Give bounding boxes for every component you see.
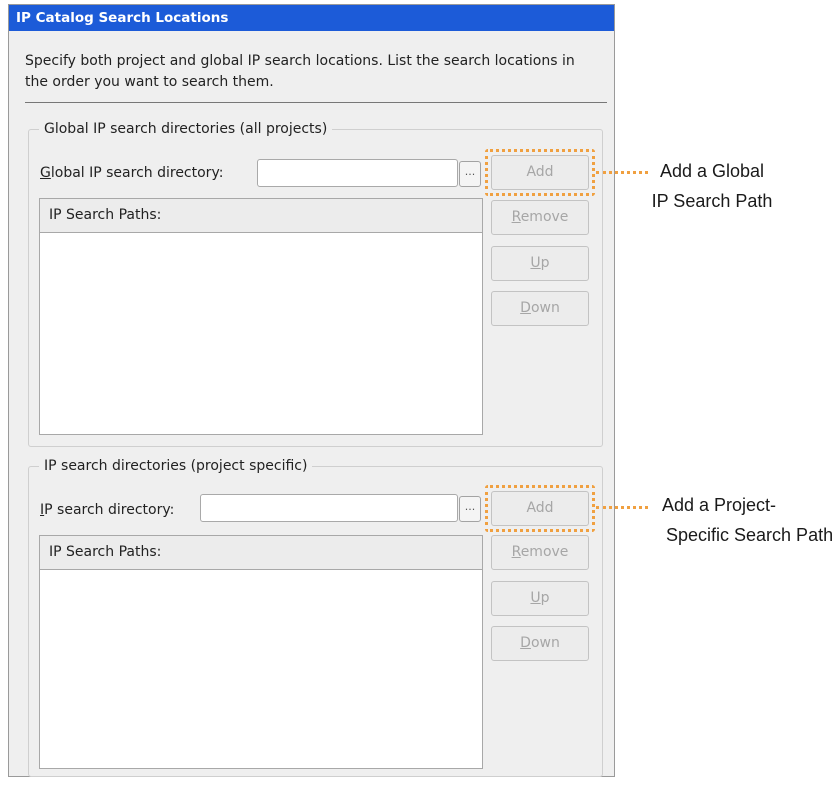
project-add-highlight xyxy=(485,485,595,532)
project-directory-label-text: P search directory: xyxy=(44,502,175,518)
project-group-legend: IP search directories (project specific) xyxy=(39,456,313,476)
global-list-header: IP Search Paths: xyxy=(40,199,482,233)
project-directory-input[interactable] xyxy=(200,494,458,522)
global-remove-text: emove xyxy=(520,209,569,225)
global-remove-button[interactable]: Remove xyxy=(491,200,589,235)
project-directory-label: IP search directory: xyxy=(40,500,174,520)
global-callout-text: Add a Global IP Search Path xyxy=(648,156,776,216)
ip-catalog-search-locations-dialog: IP Catalog Search Locations Specify both… xyxy=(8,4,615,777)
project-search-paths-list[interactable]: IP Search Paths: xyxy=(39,535,483,769)
global-directory-label-text: lobal IP search directory: xyxy=(50,165,224,181)
project-remove-mnemonic: R xyxy=(511,544,521,560)
global-directory-input[interactable] xyxy=(257,159,458,187)
global-browse-button[interactable]: ... xyxy=(459,161,481,187)
project-up-text: p xyxy=(540,590,550,606)
dialog-description: Specify both project and global IP searc… xyxy=(25,53,575,90)
project-up-mnemonic: U xyxy=(530,590,541,606)
project-down-text: own xyxy=(530,635,560,651)
project-remove-text: emove xyxy=(520,544,569,560)
global-up-text: p xyxy=(540,255,550,271)
global-down-mnemonic: D xyxy=(520,300,531,316)
global-callout-connector xyxy=(596,171,648,174)
global-callout-line2: IP Search Path xyxy=(651,191,773,211)
project-remove-button[interactable]: Remove xyxy=(491,535,589,570)
global-group-legend: Global IP search directories (all projec… xyxy=(39,119,333,139)
project-callout-line2: Specific Search Path xyxy=(666,525,834,545)
global-up-button[interactable]: Up xyxy=(491,246,589,281)
global-search-paths-list[interactable]: IP Search Paths: xyxy=(39,198,483,435)
global-callout-line1: Add a Global xyxy=(659,161,765,181)
global-directory-label: Global IP search directory: xyxy=(40,163,223,183)
project-callout-line1: Add a Project- xyxy=(662,495,777,515)
global-remove-mnemonic: R xyxy=(511,209,521,225)
dialog-title: IP Catalog Search Locations xyxy=(9,5,614,31)
global-add-highlight xyxy=(485,149,595,196)
global-directory-label-mnemonic: G xyxy=(40,165,51,181)
project-up-button[interactable]: Up xyxy=(491,581,589,616)
global-up-mnemonic: U xyxy=(530,255,541,271)
project-callout-text: Add a Project- Specific Search Path xyxy=(648,490,834,550)
project-down-button[interactable]: Down xyxy=(491,626,589,661)
global-down-text: own xyxy=(530,300,560,316)
project-callout-connector xyxy=(596,506,648,509)
project-down-mnemonic: D xyxy=(520,635,531,651)
global-down-button[interactable]: Down xyxy=(491,291,589,326)
project-browse-button[interactable]: ... xyxy=(459,496,481,522)
project-list-header: IP Search Paths: xyxy=(40,536,482,570)
separator xyxy=(25,102,607,103)
